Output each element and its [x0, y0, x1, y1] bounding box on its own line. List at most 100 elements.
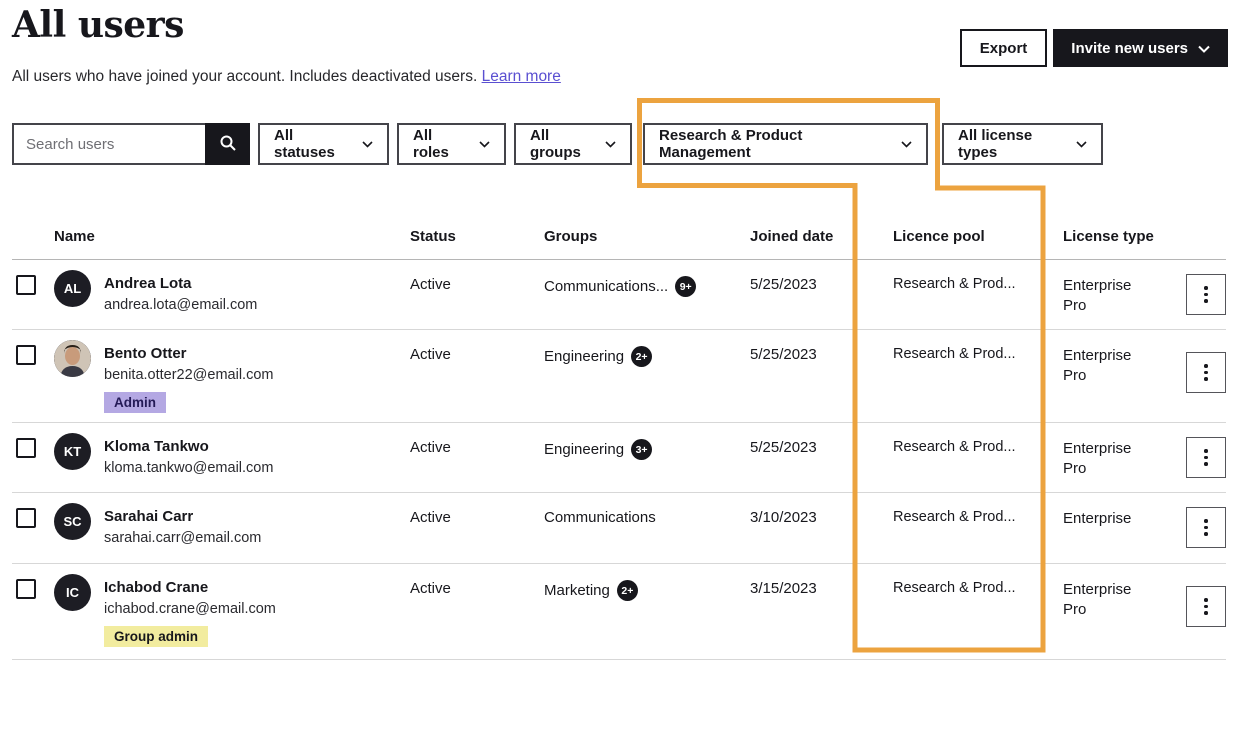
- learn-more-link[interactable]: Learn more: [482, 68, 561, 85]
- group-count-badge[interactable]: 2+: [631, 346, 652, 367]
- row-checkbox[interactable]: [16, 438, 36, 458]
- user-email: sarahai.carr@email.com: [104, 528, 394, 548]
- row-actions-button[interactable]: [1186, 437, 1226, 478]
- filter-all-license-types-label: All license types: [958, 127, 1064, 161]
- joined-date-value: 3/15/2023: [750, 580, 817, 597]
- user-name: Andrea Lota: [104, 274, 394, 294]
- table-row: KT Kloma Tankwo kloma.tankwo@email.com A…: [12, 423, 1226, 493]
- groups-cell: Engineering 3+: [544, 439, 652, 460]
- licence-pool-value: Research & Prod...: [893, 276, 1016, 292]
- groups-cell: Communications... 9+: [544, 276, 696, 297]
- avatar: IC: [54, 574, 91, 611]
- table-row: SC Sarahai Carr sarahai.carr@email.com A…: [12, 493, 1226, 564]
- page-title: All users: [12, 4, 184, 46]
- column-header-joined-date: Joined date: [750, 228, 833, 245]
- user-cell: Sarahai Carr sarahai.carr@email.com: [104, 507, 394, 548]
- licence-pool-value: Research & Prod...: [893, 580, 1016, 596]
- user-name: Bento Otter: [104, 344, 394, 364]
- user-email: kloma.tankwo@email.com: [104, 458, 394, 478]
- row-checkbox[interactable]: [16, 579, 36, 599]
- column-header-license-type: License type: [1063, 228, 1154, 245]
- joined-date-value: 5/25/2023: [750, 439, 817, 456]
- row-checkbox[interactable]: [16, 345, 36, 365]
- table-header: Name Status Groups Joined date Licence p…: [12, 222, 1226, 260]
- row-actions-button[interactable]: [1186, 586, 1226, 627]
- admin-badge: Admin: [104, 392, 166, 413]
- chevron-down-icon: [362, 141, 373, 148]
- user-email: ichabod.crane@email.com: [104, 599, 394, 619]
- column-header-status: Status: [410, 228, 456, 245]
- license-type-value: Enterprise: [1063, 509, 1149, 529]
- page-subtitle: All users who have joined your account. …: [12, 68, 561, 86]
- invite-new-users-button[interactable]: Invite new users: [1053, 29, 1228, 67]
- status-value: Active: [410, 346, 451, 363]
- row-actions-button[interactable]: [1186, 352, 1226, 393]
- avatar: AL: [54, 270, 91, 307]
- chevron-down-icon: [1198, 40, 1210, 57]
- table-row: AL Andrea Lota andrea.lota@email.com Act…: [12, 260, 1226, 330]
- search-button[interactable]: [205, 123, 250, 165]
- user-cell: Bento Otter benita.otter22@email.com Adm…: [104, 344, 394, 413]
- license-type-value: Enterprise Pro: [1063, 439, 1149, 479]
- filter-all-roles-label: All roles: [413, 127, 467, 161]
- filter-all-groups[interactable]: All groups: [514, 123, 632, 165]
- filter-all-license-types[interactable]: All license types: [942, 123, 1103, 165]
- joined-date-value: 3/10/2023: [750, 509, 817, 526]
- chevron-down-icon: [1076, 141, 1087, 148]
- column-header-name: Name: [54, 228, 95, 245]
- user-name: Ichabod Crane: [104, 578, 394, 598]
- filter-all-statuses[interactable]: All statuses: [258, 123, 389, 165]
- filter-all-roles[interactable]: All roles: [397, 123, 506, 165]
- group-admin-badge: Group admin: [104, 626, 208, 647]
- status-value: Active: [410, 580, 451, 597]
- subtitle-text: All users who have joined your account. …: [12, 68, 477, 85]
- group-name: Engineering: [544, 441, 624, 458]
- license-type-value: Enterprise Pro: [1063, 580, 1149, 620]
- joined-date-value: 5/25/2023: [750, 346, 817, 363]
- search-input[interactable]: [12, 123, 205, 165]
- chevron-down-icon: [479, 141, 490, 148]
- user-email: andrea.lota@email.com: [104, 295, 394, 315]
- chevron-down-icon: [605, 141, 616, 148]
- group-name: Communications...: [544, 278, 668, 295]
- avatar: KT: [54, 433, 91, 470]
- column-header-licence-pool: Licence pool: [893, 228, 985, 245]
- filter-all-statuses-label: All statuses: [274, 127, 350, 161]
- licence-pool-value: Research & Prod...: [893, 439, 1016, 455]
- groups-cell: Engineering 2+: [544, 346, 652, 367]
- row-actions-button[interactable]: [1186, 274, 1226, 315]
- export-button[interactable]: Export: [960, 29, 1048, 67]
- groups-cell: Marketing 2+: [544, 580, 638, 601]
- row-actions-button[interactable]: [1186, 507, 1226, 548]
- search-group: [12, 123, 250, 165]
- joined-date-value: 5/25/2023: [750, 276, 817, 293]
- table-row: IC Ichabod Crane ichabod.crane@email.com…: [12, 564, 1226, 660]
- table-row: Bento Otter benita.otter22@email.com Adm…: [12, 330, 1226, 423]
- user-name: Sarahai Carr: [104, 507, 394, 527]
- group-count-badge[interactable]: 2+: [617, 580, 638, 601]
- avatar: SC: [54, 503, 91, 540]
- groups-cell: Communications: [544, 509, 656, 526]
- invite-new-users-label: Invite new users: [1071, 40, 1188, 57]
- all-users-page: All users All users who have joined your…: [0, 0, 1244, 732]
- row-checkbox[interactable]: [16, 275, 36, 295]
- search-icon: [219, 134, 237, 155]
- user-name: Kloma Tankwo: [104, 437, 394, 457]
- filter-licence-pool-label: Research & Product Management: [659, 127, 889, 161]
- license-type-value: Enterprise Pro: [1063, 346, 1149, 386]
- row-checkbox[interactable]: [16, 508, 36, 528]
- filter-licence-pool[interactable]: Research & Product Management: [643, 123, 928, 165]
- group-count-badge[interactable]: 9+: [675, 276, 696, 297]
- user-cell: Andrea Lota andrea.lota@email.com: [104, 274, 394, 315]
- status-value: Active: [410, 439, 451, 456]
- user-cell: Ichabod Crane ichabod.crane@email.com Gr…: [104, 578, 394, 647]
- filter-all-groups-label: All groups: [530, 127, 593, 161]
- avatar-photo: [54, 340, 91, 377]
- users-table: Name Status Groups Joined date Licence p…: [12, 222, 1226, 660]
- group-count-badge[interactable]: 3+: [631, 439, 652, 460]
- filter-bar: All statuses All roles All groups Resear…: [12, 123, 1103, 165]
- status-value: Active: [410, 276, 451, 293]
- license-type-value: Enterprise Pro: [1063, 276, 1149, 316]
- status-value: Active: [410, 509, 451, 526]
- licence-pool-value: Research & Prod...: [893, 346, 1016, 362]
